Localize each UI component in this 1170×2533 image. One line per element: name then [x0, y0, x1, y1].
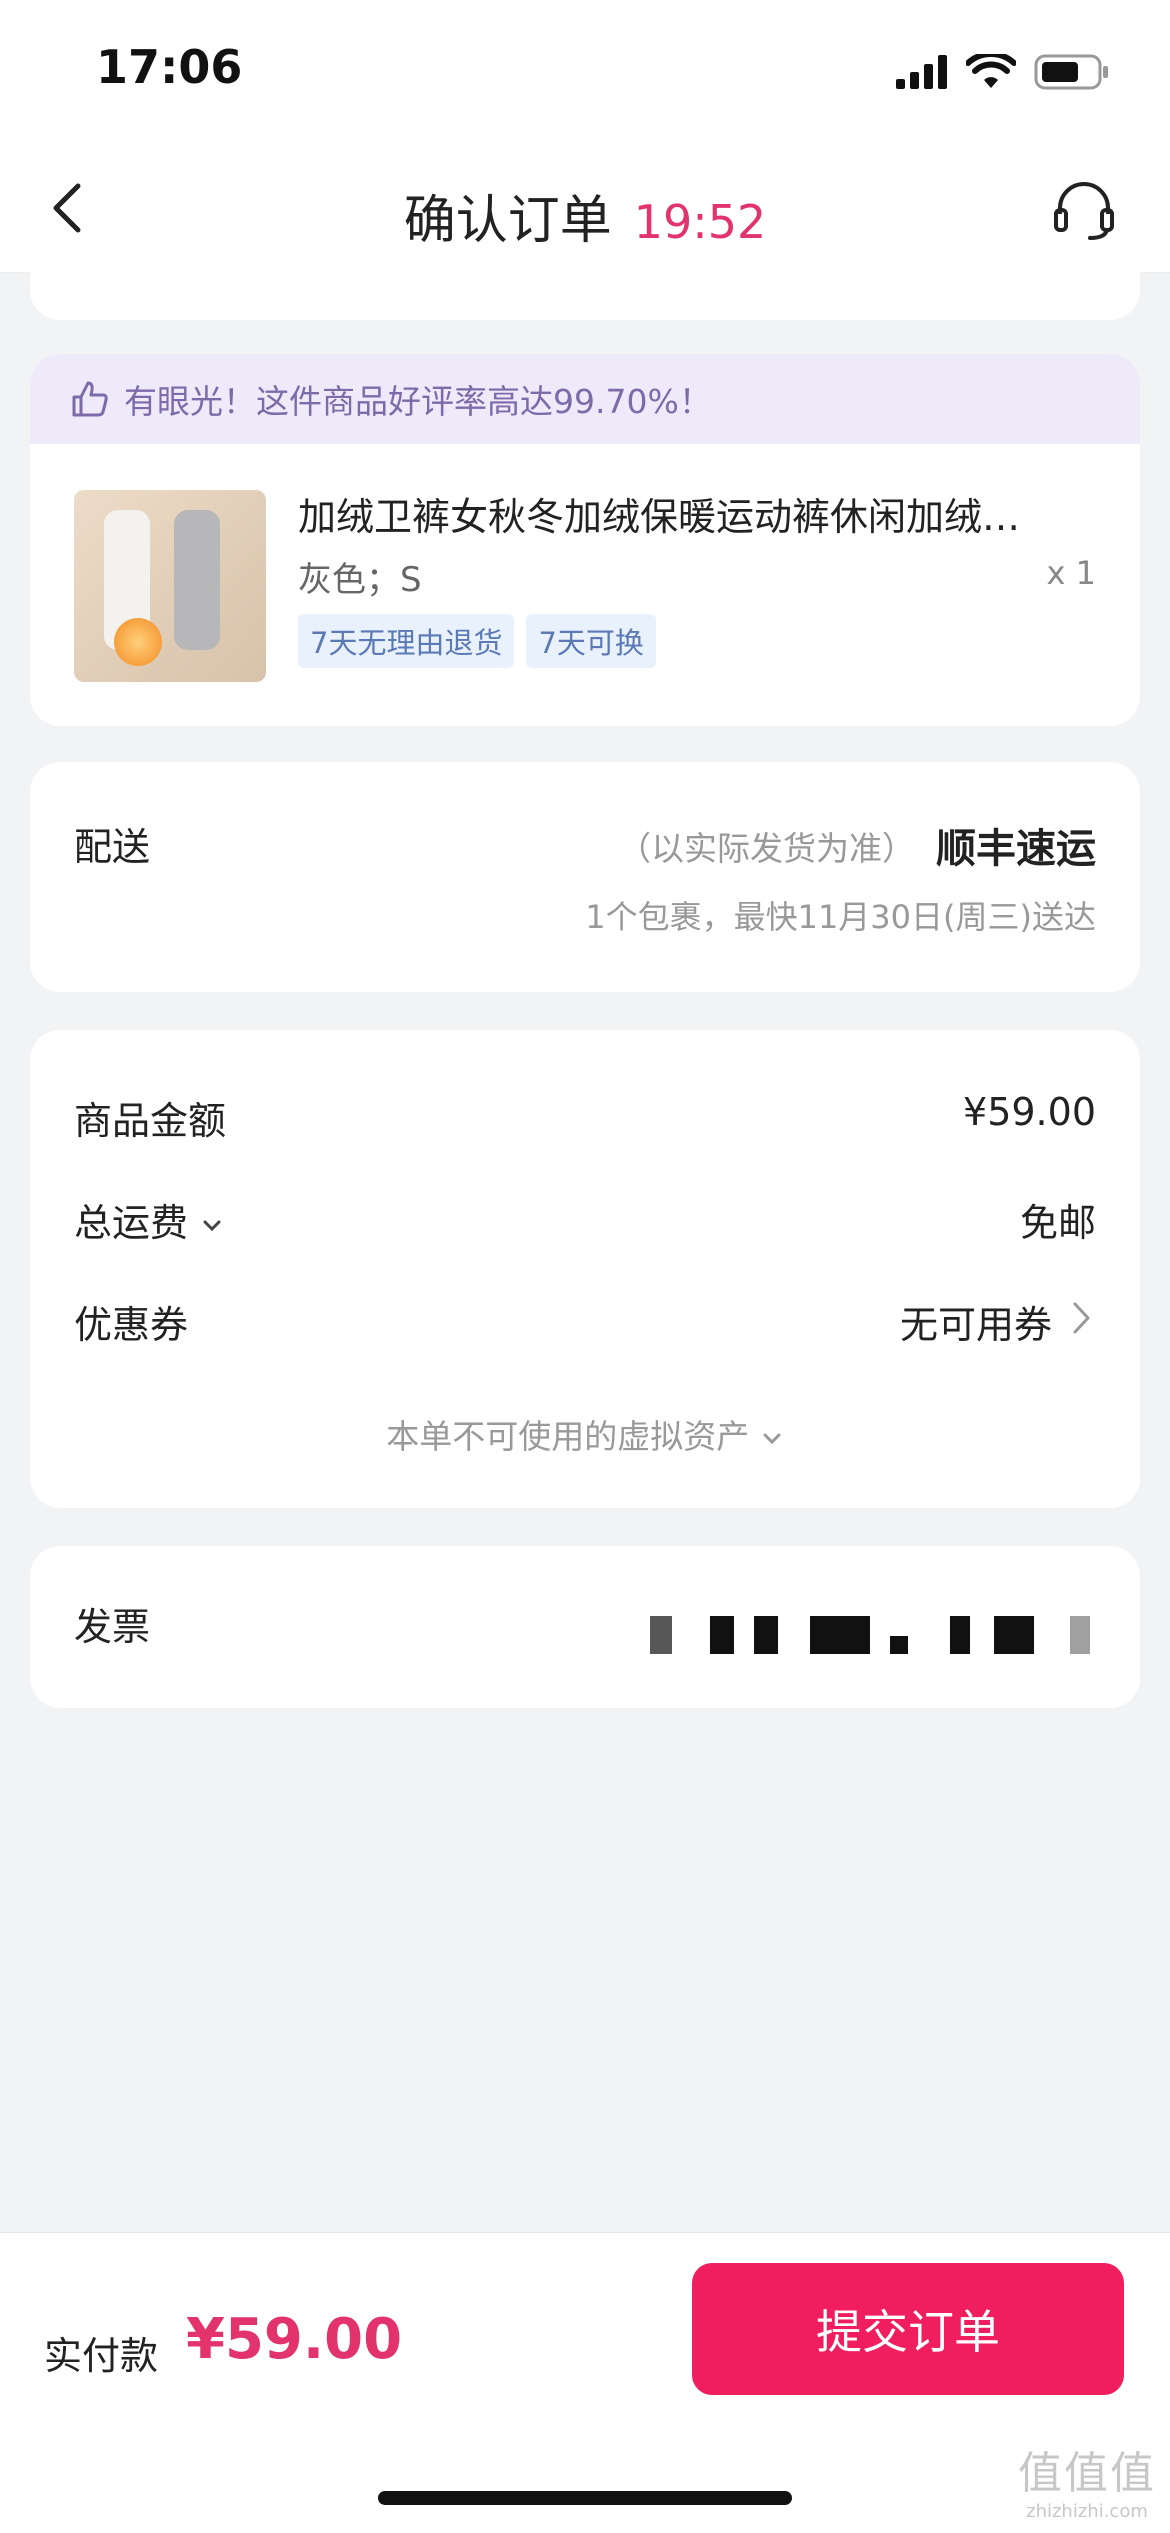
freight-value: 免邮	[1019, 1201, 1096, 1245]
watermark: 值值值 zhizhizhi.com	[1018, 2448, 1156, 2522]
home-indicator[interactable]	[378, 2491, 792, 2505]
tag-return: 7天无理由退货	[298, 614, 515, 668]
goods-amount-value: ¥59.00	[963, 1090, 1096, 1134]
service-tags: 7天无理由退货 7天可换	[298, 614, 656, 668]
freight-label: 总运费	[74, 1201, 189, 1245]
product-item[interactable]: 加绒卫裤女秋冬加绒保暖运动裤休闲加绒… 灰色；S x 1 7天无理由退货 7天可…	[30, 444, 1140, 704]
shipping-detail: 1个包裹，最快11月30日(周三)送达	[585, 898, 1096, 936]
invoice-card[interactable]: 发票	[30, 1546, 1140, 1708]
checkout-bar: 实付款 ¥59.00 提交订单 值值值 zhizhizhi.com	[0, 2232, 1170, 2533]
coupon-label: 优惠券	[74, 1303, 189, 1347]
product-spec: 灰色；S	[298, 560, 422, 600]
freight-toggle[interactable]: 总运费	[74, 1192, 224, 1247]
pay-label: 实付款	[44, 2334, 159, 2378]
shipping-card[interactable]: 配送 （以实际发货为准） 顺丰速运 1个包裹，最快11月30日(周三)送达	[30, 762, 1140, 992]
chevron-right-icon[interactable]	[1066, 1298, 1096, 1338]
status-time: 17:06	[96, 40, 243, 94]
product-card: 有眼光！这件商品好评率高达99.70%！ 加绒卫裤女秋冬加绒保暖运动裤休闲加绒……	[30, 354, 1140, 726]
status-bar: 17:06	[0, 0, 1170, 140]
shipping-note: （以实际发货为准）	[618, 829, 915, 868]
wifi-icon	[966, 54, 1016, 88]
invoice-label: 发票	[74, 1605, 151, 1649]
signal-icon	[896, 55, 947, 89]
title-group: 确认订单 19:52	[0, 178, 1170, 253]
fleece-badge-icon	[114, 618, 162, 666]
coupon-value[interactable]: 无可用券	[900, 1294, 1052, 1349]
virtual-assets-text: 本单不可使用的虚拟资产	[386, 1417, 750, 1456]
goods-amount-label: 商品金额	[74, 1099, 227, 1143]
status-icons	[896, 54, 1110, 90]
praise-text: 有眼光！这件商品好评率高达99.70%！	[124, 382, 712, 421]
product-title: 加绒卫裤女秋冬加绒保暖运动裤休闲加绒…	[298, 495, 1021, 539]
chevron-down-icon	[763, 1433, 781, 1444]
headset-icon[interactable]	[1050, 176, 1118, 244]
page-title: 确认订单	[403, 191, 612, 251]
tag-exchange: 7天可换	[526, 614, 656, 668]
virtual-assets-toggle[interactable]: 本单不可使用的虚拟资产	[30, 1410, 1140, 1458]
shipping-label: 配送	[74, 825, 151, 869]
product-quantity: x 1	[1046, 554, 1096, 592]
praise-banner: 有眼光！这件商品好评率高达99.70%！	[30, 354, 1140, 444]
battery-icon	[1034, 54, 1108, 90]
nav-bar: 确认订单 19:52	[0, 140, 1170, 273]
previous-card-edge	[30, 272, 1140, 320]
submit-order-button[interactable]: 提交订单	[692, 2263, 1124, 2395]
redacted-invoice-value	[650, 1616, 1100, 1660]
product-image[interactable]	[74, 490, 266, 682]
price-summary-card: 商品金额 ¥59.00 总运费 免邮 优惠券 无可用券 本单不可使用的虚拟资产	[30, 1030, 1140, 1508]
shipping-carrier: 顺丰速运	[936, 826, 1096, 872]
thumbs-up-icon	[72, 381, 108, 417]
chevron-down-icon	[203, 1220, 221, 1231]
pay-amount: ¥59.00	[186, 2307, 403, 2372]
countdown-timer: 19:52	[633, 195, 767, 249]
